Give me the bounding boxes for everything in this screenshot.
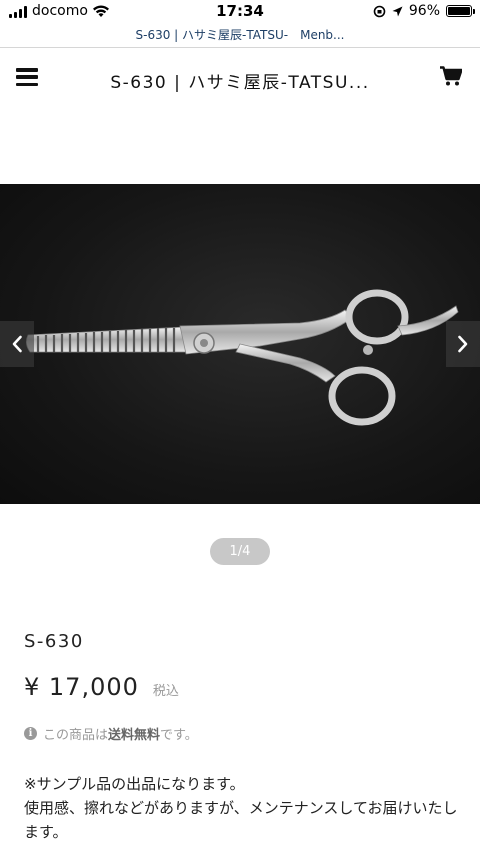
product-name: S-630 bbox=[24, 631, 84, 652]
shipping-text: この商品は送料無料です。 bbox=[43, 728, 198, 743]
rotation-lock-icon bbox=[373, 5, 386, 17]
description-line: ※サンプル品の出品になります。 bbox=[24, 775, 245, 793]
product-price: ¥ 17,000 bbox=[24, 673, 139, 701]
battery-percent: 96% bbox=[408, 3, 440, 19]
status-bar: docomo 17:34 96% bbox=[0, 0, 480, 24]
site-header: S-630 | ハサミ屋辰-TATSU... bbox=[0, 48, 480, 104]
product-image-carousel[interactable] bbox=[0, 184, 480, 504]
cart-icon[interactable] bbox=[440, 66, 462, 86]
chevron-right-icon bbox=[458, 335, 468, 353]
carousel-pager: 1/4 bbox=[210, 538, 270, 565]
shipping-notice: i この商品は送料無料です。 bbox=[24, 724, 198, 743]
description-line: 使用感、擦れなどがありますが、メンテナンスしてお届けいたします。 bbox=[24, 799, 458, 841]
price-row: ¥ 17,000 税込 bbox=[24, 673, 179, 701]
chevron-left-icon bbox=[12, 335, 22, 353]
location-arrow-icon bbox=[392, 6, 403, 16]
product-photo-scissors bbox=[26, 289, 459, 426]
browser-url-bar[interactable]: S-630 | ハサミ屋辰-TATSU- Menb... bbox=[0, 24, 480, 48]
carousel-next-button[interactable] bbox=[446, 321, 480, 367]
status-indicators: 96% bbox=[373, 3, 475, 19]
free-shipping-label: 送料無料 bbox=[108, 728, 161, 743]
tax-label: 税込 bbox=[152, 684, 179, 699]
product-description: ※サンプル品の出品になります。 使用感、擦れなどがありますが、メンテナンスしてお… bbox=[24, 772, 460, 844]
carousel-prev-button[interactable] bbox=[0, 321, 34, 367]
site-title[interactable]: S-630 | ハサミ屋辰-TATSU... bbox=[0, 68, 480, 93]
info-icon: i bbox=[24, 727, 37, 740]
battery-icon bbox=[446, 5, 475, 17]
